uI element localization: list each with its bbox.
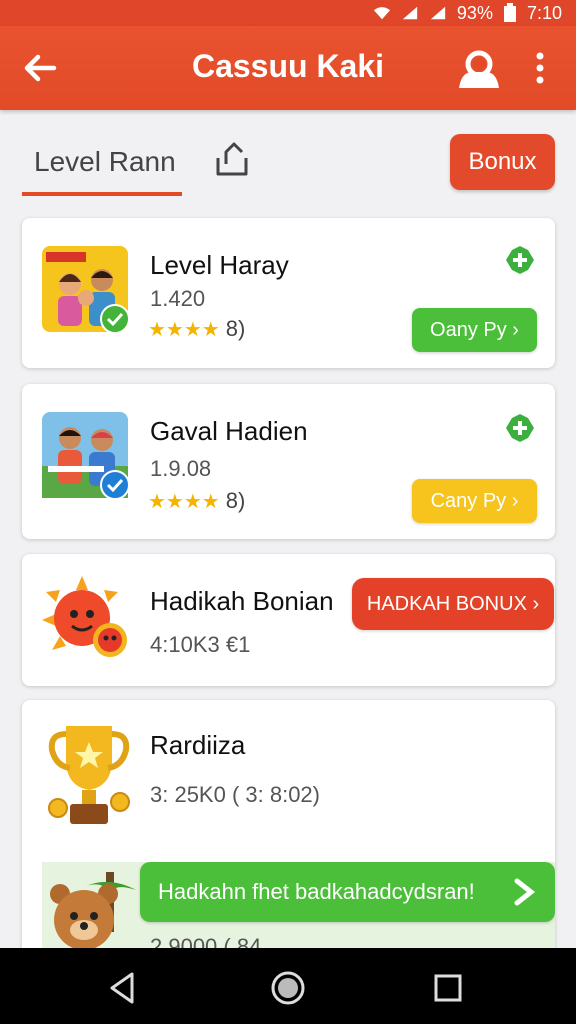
- tab-level[interactable]: Level Rann: [22, 142, 182, 196]
- game-name: Level Haray: [150, 250, 289, 280]
- rating-stars: ★★★★ 8): [148, 488, 245, 514]
- reward-name: Rardiiza: [150, 730, 246, 760]
- game-name: Gaval Hadien: [150, 416, 308, 446]
- play-button[interactable]: Cany Py ›: [412, 479, 537, 523]
- rating-count: 8): [225, 316, 246, 341]
- promo-banner-text: Hadkahn fhet badkahadcydsran!: [158, 879, 475, 904]
- status-bar: 93% 7:10: [0, 0, 576, 26]
- bear-mascot-icon: [50, 872, 136, 950]
- bonus-name: Hadikah Bonian: [150, 586, 334, 616]
- chevron-right-icon: [514, 878, 536, 906]
- promo-banner-area: Hadkahn fhet badkahadcydsran! 2.9000 ( 8…: [42, 862, 555, 960]
- nav-back-icon[interactable]: [102, 968, 142, 1008]
- reward-card[interactable]: Rardiiza 3: 25K0 ( 3: 8:02) Hadkahn fhet…: [22, 700, 555, 960]
- sun-mascot-icon: [42, 576, 127, 657]
- add-plus-icon[interactable]: [504, 412, 536, 444]
- bonus-button[interactable]: Bonux: [450, 134, 555, 190]
- reward-subtitle: 3: 25K0 ( 3: 8:02): [150, 782, 320, 807]
- back-arrow-icon[interactable]: [20, 48, 60, 88]
- battery-level: 93%: [456, 2, 493, 23]
- bonus-subtitle: 4:10K3 €1: [150, 632, 251, 657]
- add-plus-icon[interactable]: [504, 244, 536, 276]
- nav-recents-icon[interactable]: [428, 968, 468, 1008]
- game-subtitle: 1.420: [150, 286, 206, 311]
- more-options-icon[interactable]: [526, 50, 554, 86]
- profile-icon[interactable]: [456, 46, 502, 90]
- rating-count: 8): [225, 488, 246, 513]
- game-card-2[interactable]: Gaval Hadien 1.9.08 ★★★★ 8) Cany Py ›: [22, 384, 555, 539]
- stars: ★★★★: [148, 491, 220, 513]
- nav-home-icon[interactable]: [268, 968, 308, 1008]
- play-button[interactable]: Oany Py ›: [412, 308, 537, 352]
- app-bar: Cassuu Kaki: [0, 26, 576, 110]
- rating-stars: ★★★★ 8): [148, 316, 245, 342]
- promo-banner-button[interactable]: Hadkahn fhet badkahadcydsran!: [140, 862, 555, 922]
- clock: 7:10: [526, 2, 562, 23]
- share-icon[interactable]: [212, 140, 252, 180]
- signal-icon: [402, 6, 418, 20]
- wifi-icon: [373, 7, 391, 20]
- verified-check-icon: [100, 304, 130, 334]
- trophy-icon: [48, 726, 130, 824]
- system-nav-bar: [0, 948, 576, 1024]
- stars: ★★★★: [148, 319, 220, 341]
- tab-bar: Level Rann Bonux: [0, 110, 576, 210]
- signal-icon-2: [430, 6, 446, 20]
- battery-icon: [503, 3, 516, 22]
- claim-bonus-button[interactable]: HADKAH BONUX ›: [352, 578, 554, 630]
- bonus-card[interactable]: Hadikah Bonian 4:10K3 €1 HADKAH BONUX ›: [22, 554, 555, 686]
- game-card-1[interactable]: Level Haray 1.420 ★★★★ 8) Oany Py ›: [22, 218, 555, 368]
- verified-check-icon: [100, 470, 130, 500]
- game-subtitle: 1.9.08: [150, 456, 212, 481]
